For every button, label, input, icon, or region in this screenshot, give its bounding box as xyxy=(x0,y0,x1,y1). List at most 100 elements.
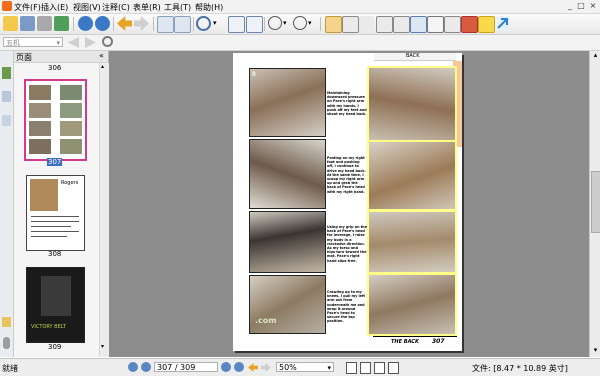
restore-button[interactable]: □ xyxy=(576,1,586,11)
thumbnail-scrollbar[interactable]: ▴ ▾ xyxy=(99,63,109,357)
back-arrow-icon[interactable] xyxy=(248,363,258,372)
zoom-out-dropdown-icon[interactable]: ▾ xyxy=(283,16,289,31)
fit-page-icon[interactable] xyxy=(228,16,245,33)
hand-tool-icon[interactable] xyxy=(325,16,342,33)
toolbar-separator xyxy=(113,17,114,31)
copy-page-icon[interactable] xyxy=(157,16,174,33)
insert-page-icon[interactable] xyxy=(174,16,191,33)
photo-step-8 xyxy=(367,273,457,336)
thumbnail-text-line xyxy=(31,236,67,237)
facing-view-icon[interactable] xyxy=(374,362,385,374)
image-icon[interactable] xyxy=(410,16,427,33)
toolbar-separator xyxy=(73,17,74,31)
document-size: 文件: [8.47 * 10.89 英寸] xyxy=(472,364,568,373)
app-icon xyxy=(2,1,12,11)
page-number-field[interactable]: 307 / 309 xyxy=(154,362,218,372)
photo-step-1: 8 xyxy=(249,68,326,137)
page-select-value: 五机 xyxy=(6,39,20,47)
continuous-facing-view-icon[interactable] xyxy=(388,362,399,374)
forward-arrow-icon[interactable] xyxy=(134,16,149,31)
photo-watermark: .com xyxy=(255,316,277,325)
pages-panel-icon[interactable] xyxy=(2,67,11,79)
page-header-bar: BACK xyxy=(374,53,456,61)
menu-annotation[interactable]: 注释(C) xyxy=(102,2,130,13)
footer-rule xyxy=(373,336,457,337)
zoom-in-circle-icon[interactable] xyxy=(293,16,307,30)
thumbnail-page-309[interactable]: VICTORY BELT xyxy=(26,267,85,343)
next-page-button[interactable] xyxy=(221,362,231,372)
open-folder-icon[interactable] xyxy=(3,16,18,31)
arrow-tool-icon[interactable] xyxy=(495,16,510,31)
thumbnail-label-307: 307 xyxy=(47,158,63,166)
fit-width-icon[interactable] xyxy=(246,16,263,33)
caption-step-1: Maintaining downward pressure on Pace's … xyxy=(327,91,367,117)
text-box-icon[interactable] xyxy=(393,16,410,33)
chevron-down-icon: ▾ xyxy=(56,39,60,47)
save-icon[interactable] xyxy=(20,16,35,31)
layers-panel-icon[interactable] xyxy=(2,115,11,126)
paperclip-icon[interactable] xyxy=(3,337,10,349)
first-page-button[interactable] xyxy=(128,362,138,372)
last-page-icon[interactable] xyxy=(95,16,110,31)
thumbnail-photo xyxy=(29,121,51,136)
thumbnail-photo xyxy=(60,121,82,136)
thumbnail-cover-title: VICTORY BELT xyxy=(31,324,66,330)
search-icon[interactable] xyxy=(102,36,113,47)
menu-view[interactable]: 视图(V) xyxy=(73,2,101,13)
thumbnail-page-308[interactable]: Rogers xyxy=(26,175,85,251)
menu-file[interactable]: 文件(F) xyxy=(14,2,41,13)
forward-arrow-icon[interactable] xyxy=(261,363,271,372)
thumbnail-label-308: 308 xyxy=(48,250,62,258)
thumbnail-page-307[interactable] xyxy=(24,79,87,161)
thumbnail-header-title: 页面 xyxy=(16,53,32,62)
form-icon[interactable] xyxy=(444,16,461,33)
previous-page-button[interactable] xyxy=(141,362,151,372)
menu-help[interactable]: 帮助(H) xyxy=(195,2,223,13)
next-view-icon[interactable] xyxy=(85,37,96,48)
document-page[interactable]: BACK 8 .com Maintaining downward pressur… xyxy=(233,53,462,351)
menu-tools[interactable]: 工具(T) xyxy=(164,2,191,13)
first-page-icon[interactable] xyxy=(78,16,93,31)
zoom-in-icon[interactable] xyxy=(196,16,211,31)
page-header-tag: BACK xyxy=(406,53,420,59)
previous-view-icon[interactable] xyxy=(68,37,79,48)
menu-form[interactable]: 表单(R) xyxy=(133,2,161,13)
zoom-field[interactable]: 50% ▾ xyxy=(276,362,334,372)
zoom-dropdown-icon[interactable]: ▾ xyxy=(213,16,219,31)
page-select-dropdown[interactable]: 五机 ▾ xyxy=(3,37,63,47)
chevron-down-icon: ▾ xyxy=(327,364,331,372)
bookmarks-panel-icon[interactable] xyxy=(2,91,11,102)
thumbnail-label-306: 306 xyxy=(48,64,62,72)
select-text-icon[interactable] xyxy=(342,16,359,33)
pencil-icon[interactable] xyxy=(461,16,478,33)
single-page-view-icon[interactable] xyxy=(346,362,357,374)
toolbar-separator xyxy=(153,17,154,31)
email-icon[interactable] xyxy=(54,16,69,31)
zoom-out-circle-icon[interactable] xyxy=(268,16,282,30)
zoom-value: 50% xyxy=(279,363,297,372)
scroll-down-icon[interactable]: ▾ xyxy=(591,346,600,355)
pointer-icon[interactable] xyxy=(359,16,374,31)
document-vertical-scrollbar[interactable]: ▴ ▾ xyxy=(589,51,600,357)
close-panel-icon[interactable]: « xyxy=(99,51,104,60)
thumbnail-cover-text: Rogers xyxy=(61,180,79,186)
attachment-icon[interactable] xyxy=(2,317,11,327)
back-arrow-icon[interactable] xyxy=(117,16,132,31)
scroll-up-icon[interactable]: ▴ xyxy=(101,63,108,70)
scroll-down-icon[interactable]: ▾ xyxy=(101,343,108,350)
print-icon[interactable] xyxy=(37,16,52,31)
snapshot-icon[interactable] xyxy=(376,16,393,33)
last-page-button[interactable] xyxy=(234,362,244,372)
typewriter-icon[interactable] xyxy=(427,16,444,33)
scroll-up-icon[interactable]: ▴ xyxy=(591,51,600,60)
main-toolbar: ▾ ▾ ▾ xyxy=(0,14,600,35)
scrollbar-thumb[interactable] xyxy=(591,171,600,233)
minimize-button[interactable]: _ xyxy=(565,1,575,11)
zoom-in-dropdown-icon[interactable]: ▾ xyxy=(308,16,314,31)
toolbar-separator xyxy=(320,17,321,31)
close-button[interactable]: × xyxy=(588,1,598,11)
menu-insert[interactable]: 插入(E) xyxy=(41,2,68,13)
comment-note-icon[interactable] xyxy=(478,16,495,33)
continuous-view-icon[interactable] xyxy=(360,362,371,374)
caption-step-4: Crawling up to my knees, I pull my left … xyxy=(327,290,366,324)
